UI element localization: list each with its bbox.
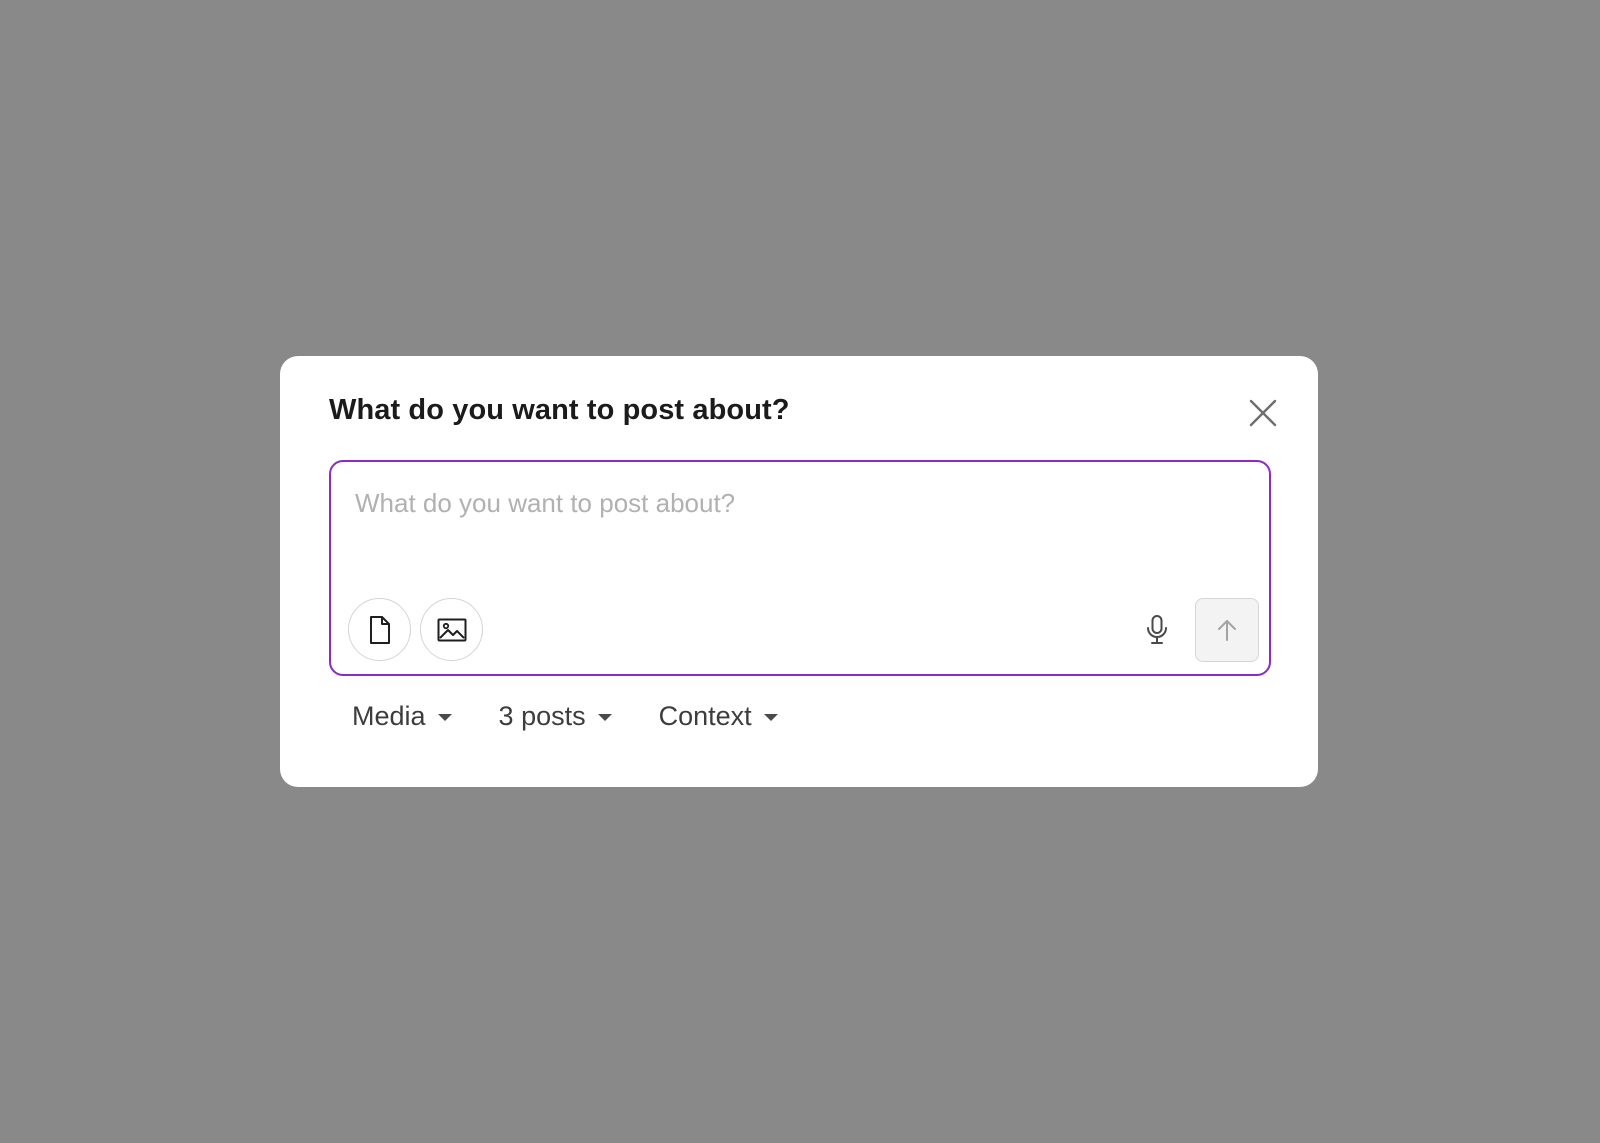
post-composer [329,460,1271,676]
caret-down-icon [597,713,612,721]
caret-down-icon [437,713,452,721]
post-topic-input[interactable] [355,488,1235,548]
attach-file-button[interactable] [348,598,411,661]
media-dropdown-label: Media [352,700,426,731]
document-icon [369,615,390,644]
send-button[interactable] [1195,598,1259,662]
close-button[interactable] [1242,392,1284,434]
attach-image-button[interactable] [420,598,483,661]
post-count-dropdown[interactable]: 3 posts [487,696,624,736]
context-dropdown[interactable]: Context [647,696,790,736]
image-icon [437,618,466,641]
caret-down-icon [763,713,778,721]
microphone-icon [1147,615,1167,644]
close-icon [1249,399,1277,427]
post-count-dropdown-label: 3 posts [498,700,586,731]
arrow-up-icon [1218,620,1236,641]
context-dropdown-label: Context [658,700,752,731]
media-dropdown[interactable]: Media [340,696,464,736]
dialog-title: What do you want to post about? [329,394,790,426]
voice-input-button[interactable] [1135,608,1179,652]
post-options-row: Media 3 posts Context [340,696,790,736]
create-post-dialog: What do you want to post about? What do … [280,356,1318,787]
